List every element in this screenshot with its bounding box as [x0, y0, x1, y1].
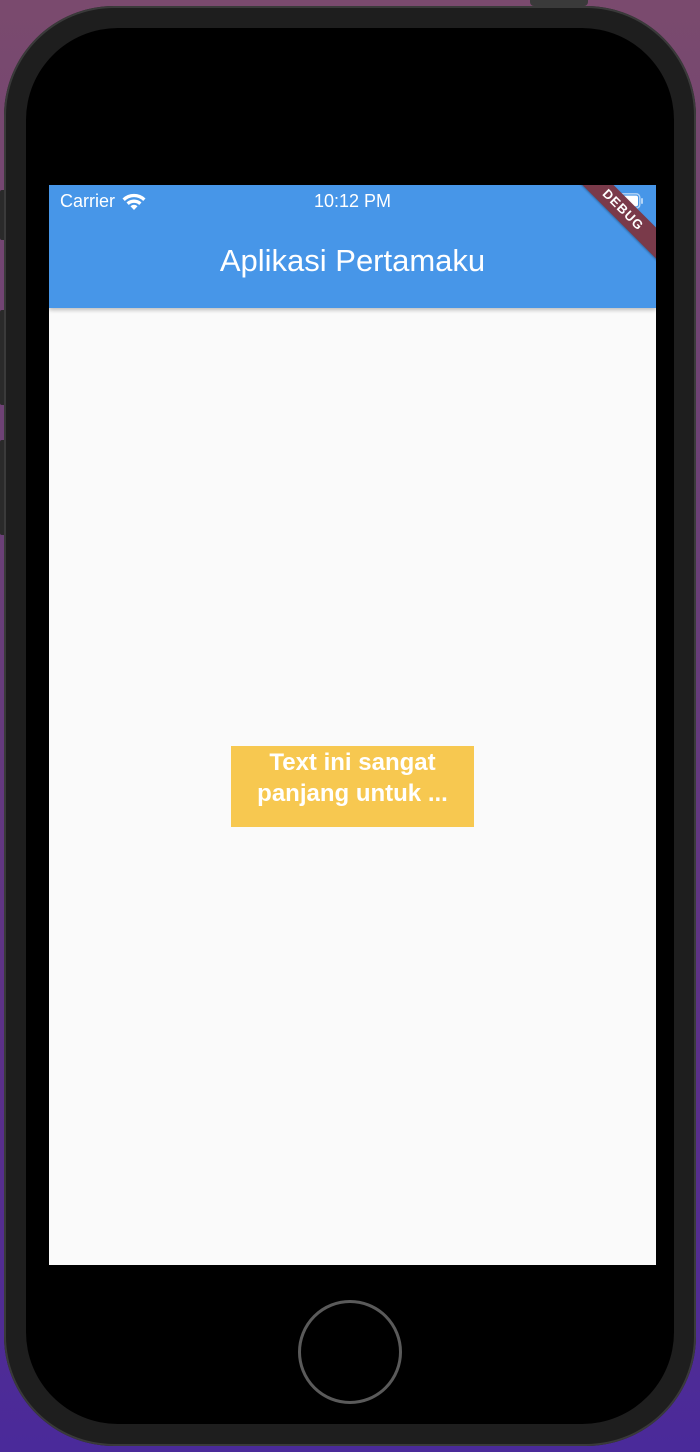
- home-button[interactable]: [298, 1300, 402, 1404]
- app-title: Aplikasi Pertamaku: [219, 243, 486, 278]
- app-body: Text ini sangat panjang untuk ...: [49, 308, 656, 1265]
- truncated-text-box: Text ini sangat panjang untuk ...: [231, 746, 474, 827]
- app-screen: Carrier 10:12 PM Aplikasi Pertamaku DEBU…: [49, 185, 656, 1265]
- status-bar: Carrier 10:12 PM: [49, 185, 656, 219]
- status-time: 10:12 PM: [313, 191, 392, 211]
- app-bar: Carrier 10:12 PM Aplikasi Pertamaku DEBU…: [49, 185, 656, 308]
